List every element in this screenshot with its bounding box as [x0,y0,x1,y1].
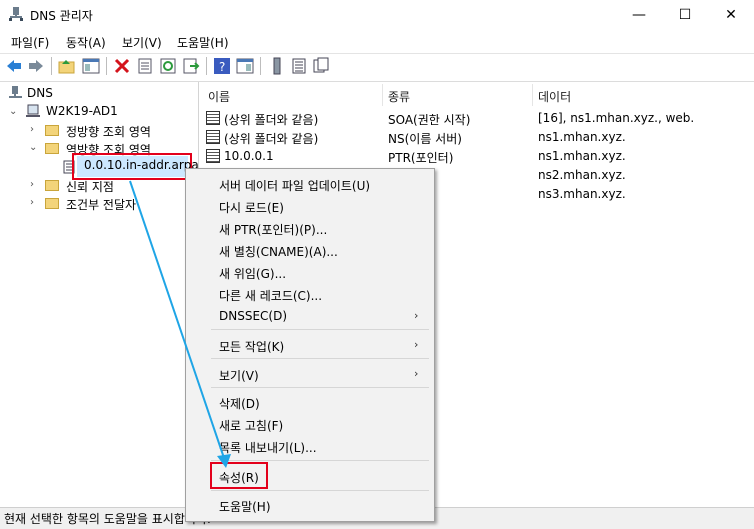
annotation-arrow [129,180,231,468]
